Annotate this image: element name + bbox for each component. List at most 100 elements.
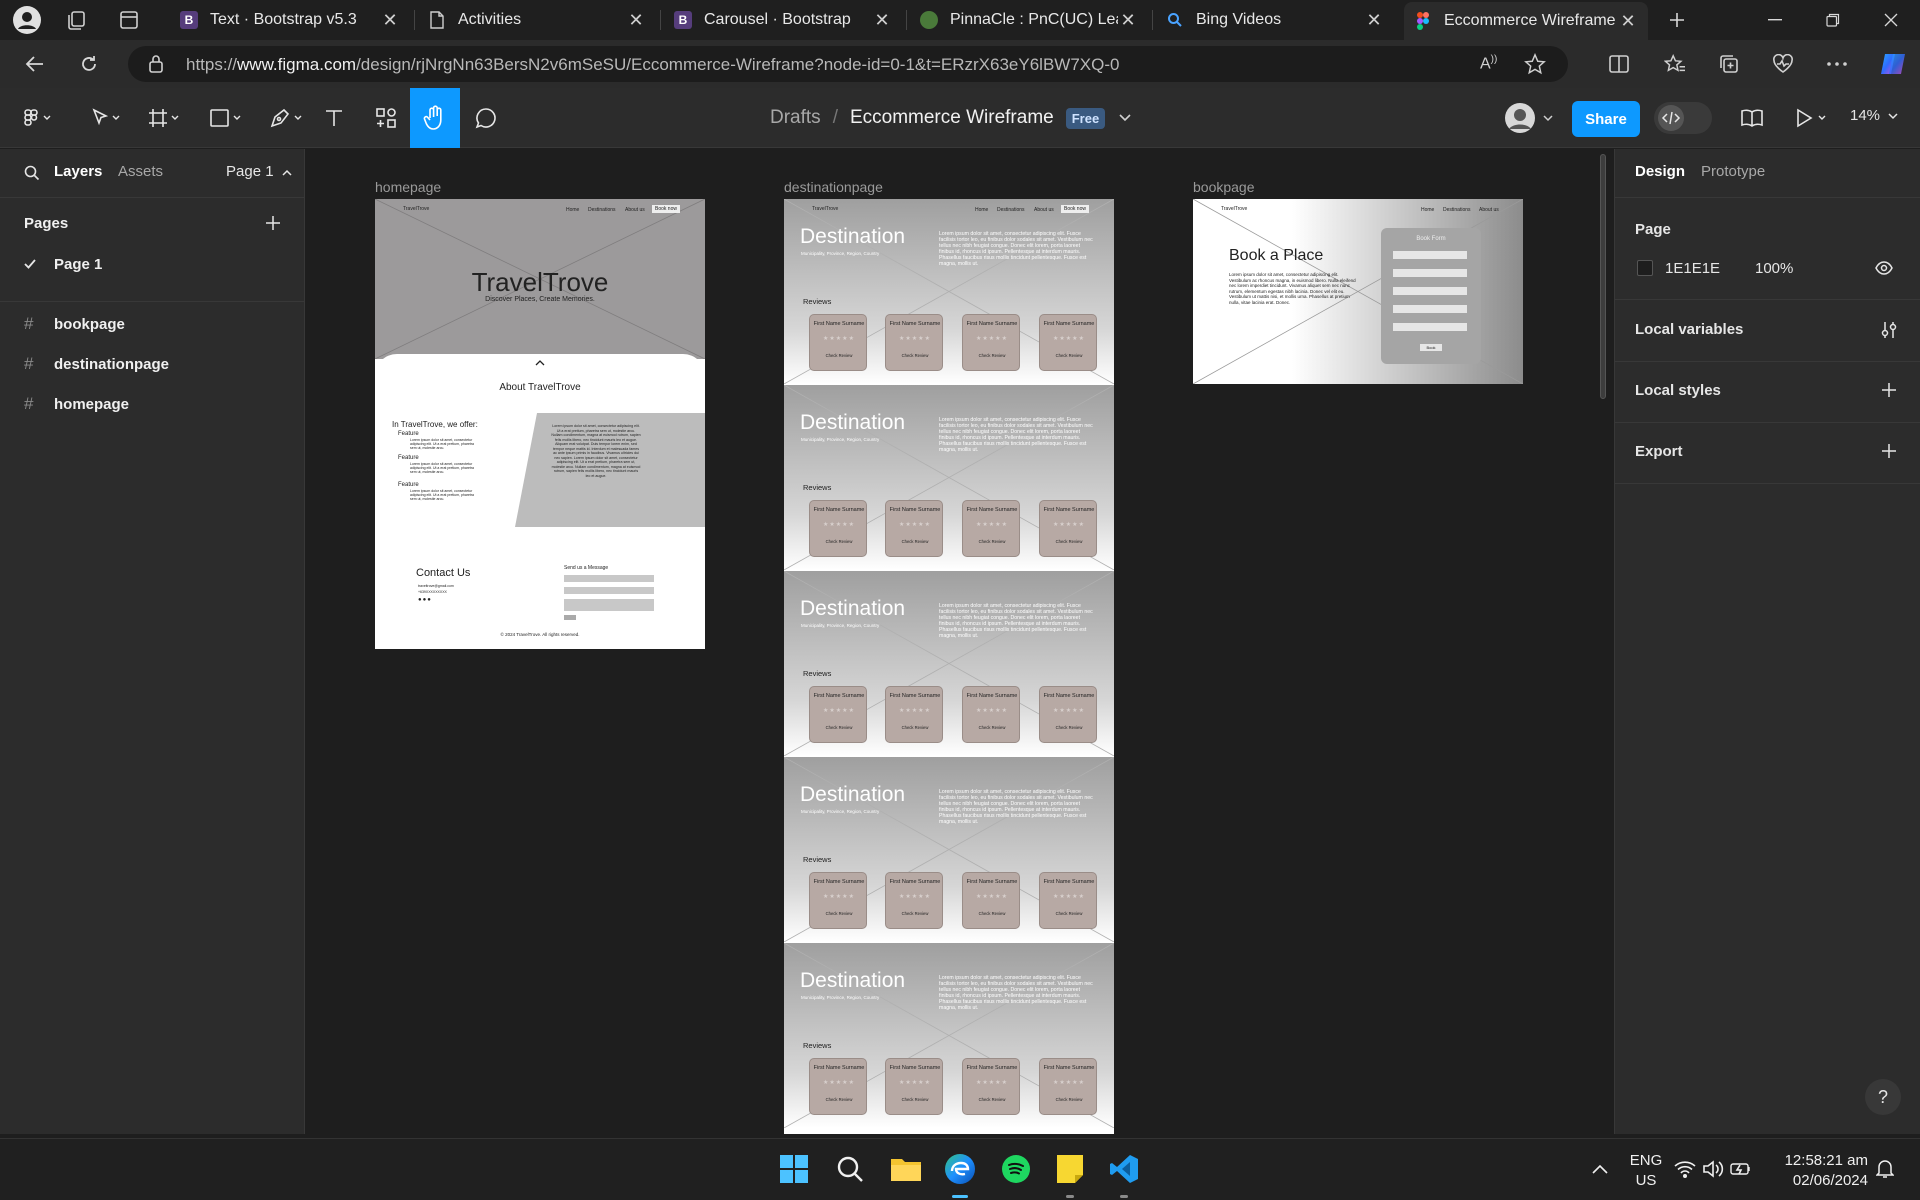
search-icon[interactable] [24,165,40,181]
export-heading[interactable]: Export [1635,443,1683,460]
add-style-icon[interactable] [1881,382,1897,398]
destination-text: Lorem ipsum dolor sit amet, consectetur … [939,417,1093,453]
new-tab-icon[interactable] [1660,4,1694,36]
zoom-level[interactable]: 14% [1850,107,1898,124]
input-language[interactable]: ENG US [1628,1151,1664,1191]
url-field[interactable]: https://www.figma.com/design/rjNrgNn63Be… [128,46,1568,82]
share-button[interactable]: Share [1572,101,1640,137]
hand-tool-icon[interactable] [410,88,460,148]
split-screen-icon[interactable] [1602,48,1636,80]
close-window-icon[interactable] [1868,0,1914,40]
dev-mode-toggle-icon[interactable] [1652,88,1714,148]
tab-assets[interactable]: Assets [118,163,163,180]
help-button[interactable]: ? [1865,1079,1901,1115]
edge-browser-icon[interactable] [940,1149,980,1189]
vscode-icon[interactable] [1104,1149,1144,1189]
tab-design[interactable]: Design [1635,163,1685,180]
minimize-icon[interactable] [1752,0,1798,40]
system-clock[interactable]: 12:58:21 am 02/06/2024 [1778,1151,1868,1191]
page-color-swatch[interactable] [1637,260,1653,276]
frame-label-homepage[interactable]: homepage [375,179,441,195]
bookpage-frame[interactable]: TravelTrove Home Destinations About us B… [1193,199,1523,384]
tab-close-icon[interactable]: ✕ [1118,10,1138,31]
page-opacity-value[interactable]: 100% [1755,260,1793,277]
browser-essentials-icon[interactable] [1766,48,1800,80]
profile-avatar-icon[interactable] [10,4,44,36]
local-styles-heading[interactable]: Local styles [1635,382,1721,399]
tab-close-icon[interactable]: ✕ [626,10,646,31]
vertical-tabs-icon[interactable] [112,4,146,36]
layer-label: bookpage [54,315,125,333]
refresh-icon[interactable] [72,48,106,80]
main-menu-figma-icon[interactable] [14,88,62,148]
destinationpage-frame[interactable]: TravelTrove Home Destinations About us Book … [784,199,1114,1134]
tab-close-icon[interactable]: ✕ [1618,11,1638,32]
restore-icon[interactable] [1810,0,1856,40]
tab-pinnacle[interactable]: PinnaCle : PnC(UC) Learn ✕ [910,4,1148,36]
user-avatar[interactable] [1500,88,1560,148]
tab-prototype[interactable]: Prototype [1701,163,1765,180]
read-aloud-icon[interactable]: A)) [1480,54,1497,73]
page-color-value[interactable]: 1E1E1E [1665,260,1720,277]
spotify-icon[interactable] [996,1149,1036,1189]
search-icon[interactable] [830,1149,870,1189]
frame-label-bookpage[interactable]: bookpage [1193,179,1255,195]
workspaces-icon[interactable] [60,4,94,36]
rectangle-tool-icon[interactable] [202,88,250,148]
favorites-icon[interactable] [1658,48,1692,80]
check-review-link: Check Review [1055,1097,1083,1102]
frame-tool-icon[interactable] [140,88,188,148]
eye-icon[interactable] [1875,261,1893,275]
design-canvas[interactable]: homepage destinationpage bookpage Travel… [306,149,1614,1134]
pen-tool-icon[interactable] [262,88,310,148]
layer-item-homepage[interactable]: # homepage [24,389,129,419]
file-explorer-icon[interactable] [886,1149,926,1189]
plan-badge[interactable]: Free [1065,107,1106,129]
tab-close-icon[interactable]: ✕ [1364,10,1384,31]
move-tool-icon[interactable] [82,88,130,148]
tab-label: Text · Bootstrap v5.3 [210,11,357,28]
lock-icon[interactable] [148,54,164,74]
more-options-icon[interactable] [1820,48,1854,80]
copilot-icon[interactable] [1876,48,1910,80]
chevron-down-icon[interactable] [1119,114,1131,122]
favorite-star-icon[interactable] [1524,53,1546,75]
reviews-label: Reviews [803,669,832,678]
sticky-notes-icon[interactable] [1050,1149,1090,1189]
tab-layers[interactable]: Layers [54,163,102,180]
text-tool-icon[interactable] [316,88,352,148]
tab-close-icon[interactable]: ✕ [872,10,892,31]
battery-charging-icon[interactable] [1728,1149,1754,1189]
library-icon[interactable] [1734,88,1770,148]
tab-bootstrap-text[interactable]: B Text · Bootstrap v5.3 ✕ [170,4,410,36]
local-variables-heading[interactable]: Local variables [1635,321,1743,338]
collections-icon[interactable] [1712,48,1746,80]
page-item-page-1[interactable]: Page 1 [24,249,102,279]
frame-icon: # [24,314,34,333]
tab-bootstrap-carousel[interactable]: B Carousel · Bootstrap ✕ [664,4,902,36]
windows-start-icon[interactable] [774,1149,814,1189]
frame-label-destinationpage[interactable]: destinationpage [784,179,883,195]
page-selector[interactable]: Page 1 [226,163,292,180]
variables-settings-icon[interactable] [1881,321,1897,339]
layer-item-bookpage[interactable]: # bookpage [24,309,125,339]
tab-figma-wireframe[interactable]: Eccommerce Wireframe – ✕ [1404,2,1648,40]
notifications-bell-icon[interactable] [1872,1149,1898,1189]
add-page-icon[interactable] [265,215,281,231]
resources-tool-icon[interactable] [368,88,404,148]
show-hidden-icons-icon[interactable] [1580,1149,1620,1189]
tab-bing-videos[interactable]: Bing Videos ✕ [1156,4,1394,36]
tab-activities[interactable]: Activities ✕ [418,4,656,36]
homepage-frame[interactable]: TravelTrove Home Destinations About us B… [375,199,705,649]
breadcrumb-drafts[interactable]: Drafts [770,107,821,129]
file-name[interactable]: Eccommerce Wireframe [850,107,1054,129]
comment-tool-icon[interactable] [468,88,504,148]
add-export-icon[interactable] [1881,443,1897,459]
volume-icon[interactable] [1700,1149,1726,1189]
tab-close-icon[interactable]: ✕ [380,10,400,31]
present-play-icon[interactable] [1792,88,1832,148]
back-icon[interactable] [18,48,52,80]
layer-item-destinationpage[interactable]: # destinationpage [24,349,169,379]
canvas-scrollbar[interactable] [1600,154,1606,399]
wifi-icon[interactable] [1672,1149,1698,1189]
